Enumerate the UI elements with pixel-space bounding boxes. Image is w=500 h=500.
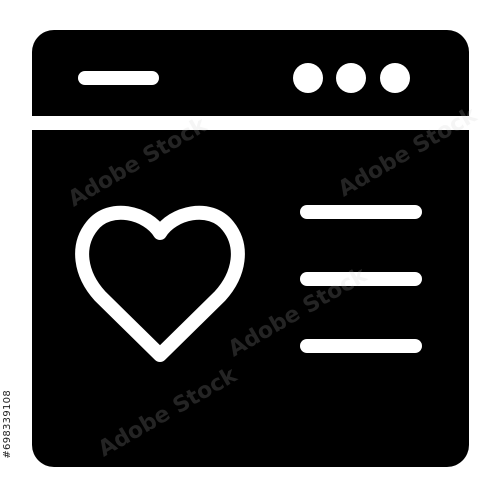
stock-id-label: #698339108 — [2, 390, 13, 459]
window-dot-1-icon — [293, 63, 323, 93]
window-frame — [32, 30, 469, 467]
header-divider — [32, 116, 469, 130]
window-dot-3-icon — [380, 63, 410, 93]
icon-canvas: Adobe Stock Adobe Stock Adobe Stock Adob… — [0, 0, 500, 500]
window-dot-2-icon — [336, 63, 366, 93]
browser-window-icon — [32, 30, 469, 467]
